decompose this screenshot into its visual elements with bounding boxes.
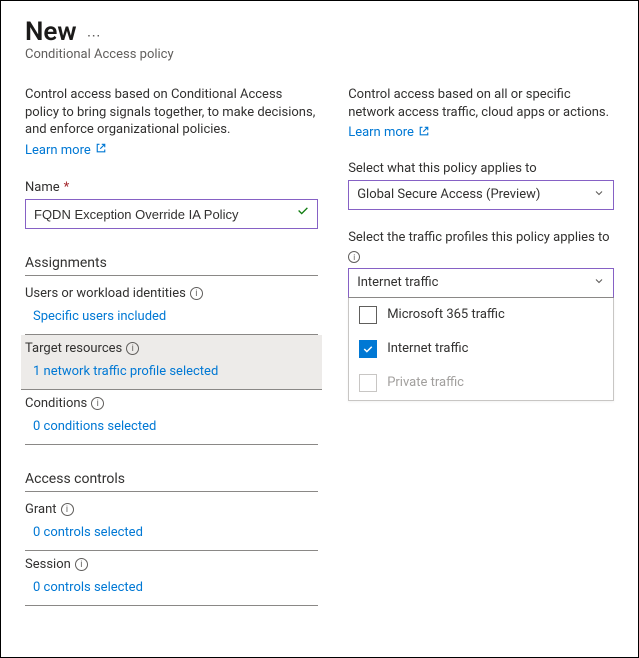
page-title: New — [25, 17, 77, 47]
profiles-value: Internet traffic — [357, 275, 438, 290]
chevron-down-icon — [593, 187, 605, 203]
target-resources-row[interactable]: Target resources i 1 network traffic pro… — [21, 335, 322, 390]
info-icon[interactable]: i — [91, 397, 104, 410]
name-label: Name * — [25, 180, 318, 195]
right-description: Control access based on all or specific … — [348, 86, 614, 121]
external-link-icon — [95, 142, 107, 158]
info-icon[interactable]: i — [61, 503, 74, 516]
option-m365-traffic[interactable]: Microsoft 365 traffic — [349, 298, 613, 332]
check-icon — [296, 203, 310, 222]
session-row[interactable]: Session i 0 controls selected — [25, 551, 318, 606]
users-row[interactable]: Users or workload identities i Specific … — [25, 280, 318, 335]
left-column: Control access based on Conditional Acce… — [25, 86, 318, 637]
users-label: Users or workload identities i — [25, 286, 318, 301]
more-actions-button[interactable]: ⋯ — [87, 28, 101, 44]
chevron-down-icon — [593, 275, 605, 291]
info-icon[interactable]: i — [126, 342, 139, 355]
session-value[interactable]: 0 controls selected — [33, 580, 318, 595]
target-resources-label: Target resources i — [25, 341, 318, 356]
header-row: New ⋯ — [25, 17, 614, 47]
info-icon[interactable]: i — [190, 287, 203, 300]
required-asterisk: * — [64, 180, 70, 195]
profiles-dropdown[interactable]: Internet traffic — [348, 268, 614, 298]
users-value[interactable]: Specific users included — [33, 309, 318, 324]
option-label: Internet traffic — [387, 341, 468, 356]
learn-more-link-right[interactable]: Learn more — [348, 125, 430, 141]
info-icon[interactable]: i — [75, 558, 88, 571]
name-input[interactable] — [25, 199, 318, 229]
session-label: Session i — [25, 557, 318, 572]
right-column: Control access based on all or specific … — [348, 86, 614, 637]
policy-panel: New ⋯ Conditional Access policy Control … — [0, 0, 639, 658]
access-controls-heading: Access controls — [25, 471, 318, 492]
name-input-wrap — [25, 195, 318, 229]
columns: Control access based on Conditional Acce… — [25, 86, 614, 637]
applies-to-dropdown[interactable]: Global Secure Access (Preview) — [348, 180, 614, 210]
conditions-label: Conditions i — [25, 396, 318, 411]
applies-to-value: Global Secure Access (Preview) — [357, 187, 540, 202]
grant-label: Grant i — [25, 502, 318, 517]
left-description: Control access based on Conditional Acce… — [25, 86, 318, 139]
profiles-label: Select the traffic profiles this policy … — [348, 230, 614, 245]
grant-row[interactable]: Grant i 0 controls selected — [25, 496, 318, 551]
option-private-traffic: Private traffic — [349, 366, 613, 400]
target-resources-value[interactable]: 1 network traffic profile selected — [33, 364, 318, 379]
learn-more-label: Learn more — [348, 125, 414, 140]
option-internet-traffic[interactable]: Internet traffic — [349, 332, 613, 366]
learn-more-link-left[interactable]: Learn more — [25, 142, 107, 158]
checkbox-unchecked-icon — [359, 306, 377, 324]
external-link-icon — [418, 125, 430, 141]
profiles-options: Microsoft 365 traffic Internet traffic P… — [348, 298, 614, 401]
conditions-value[interactable]: 0 conditions selected — [33, 419, 318, 434]
checkbox-checked-icon — [359, 340, 377, 358]
applies-to-label: Select what this policy applies to — [348, 161, 614, 176]
assignments-heading: Assignments — [25, 255, 318, 276]
option-label: Microsoft 365 traffic — [387, 307, 505, 322]
info-icon[interactable]: i — [348, 251, 360, 263]
checkbox-disabled-icon — [359, 374, 377, 392]
option-label: Private traffic — [387, 375, 464, 390]
conditions-row[interactable]: Conditions i 0 conditions selected — [25, 390, 318, 445]
grant-value[interactable]: 0 controls selected — [33, 525, 318, 540]
page-subtitle: Conditional Access policy — [25, 47, 614, 62]
learn-more-label: Learn more — [25, 143, 91, 158]
